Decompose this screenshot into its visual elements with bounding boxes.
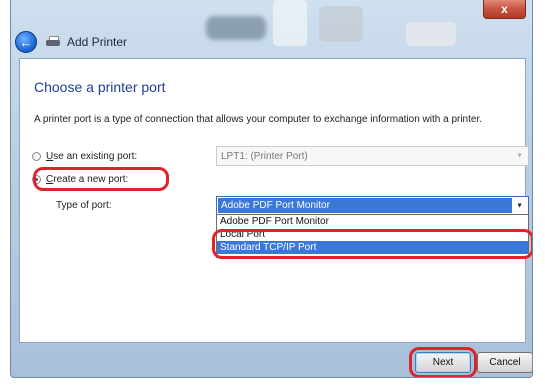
chevron-down-icon: ▼ bbox=[516, 152, 523, 160]
next-button[interactable]: Next bbox=[415, 352, 471, 373]
radio-label-existing: Use an existing port: bbox=[46, 151, 138, 162]
back-arrow-icon: ← bbox=[19, 34, 33, 50]
radio-button[interactable] bbox=[32, 175, 41, 184]
dropdown-option-highlighted[interactable]: Standard TCP/IP Port bbox=[217, 241, 528, 254]
window-title: Add Printer bbox=[67, 35, 128, 49]
titlebar: ← Add Printer bbox=[15, 30, 472, 54]
type-of-port-value: Adobe PDF Port Monitor bbox=[218, 198, 512, 213]
close-button[interactable]: x bbox=[483, 0, 526, 19]
dropdown-option[interactable]: Local Port bbox=[217, 228, 528, 241]
page-description: A printer port is a type of connection t… bbox=[34, 114, 483, 125]
radio-label-new: Create a new port: bbox=[46, 174, 129, 185]
printer-icon bbox=[45, 35, 61, 49]
close-icon: x bbox=[501, 2, 508, 16]
radio-create-new-port[interactable]: Create a new port: bbox=[32, 174, 128, 185]
add-printer-window: x ← Add Printer Choose a printer port A … bbox=[10, 0, 533, 378]
existing-port-value: LPT1: (Printer Port) bbox=[221, 150, 308, 162]
chevron-down-icon: ▼ bbox=[516, 202, 523, 209]
type-of-port-select[interactable]: Adobe PDF Port Monitor ▼ bbox=[216, 196, 529, 215]
wizard-content: Choose a printer port A printer port is … bbox=[19, 58, 532, 343]
page-title: Choose a printer port bbox=[34, 79, 166, 95]
radio-button[interactable] bbox=[32, 152, 41, 161]
dropdown-option[interactable]: Adobe PDF Port Monitor bbox=[217, 215, 528, 228]
type-of-port-label: Type of port: bbox=[56, 200, 112, 211]
existing-port-select[interactable]: LPT1: (Printer Port) ▼ bbox=[216, 146, 529, 166]
cancel-button[interactable]: Cancel bbox=[477, 352, 532, 373]
back-button[interactable]: ← bbox=[15, 31, 37, 53]
type-of-port-dropdown: Adobe PDF Port Monitor Local Port Standa… bbox=[216, 214, 529, 258]
radio-use-existing-port[interactable]: Use an existing port: bbox=[32, 151, 137, 162]
wizard-footer: Next Cancel bbox=[11, 343, 532, 377]
